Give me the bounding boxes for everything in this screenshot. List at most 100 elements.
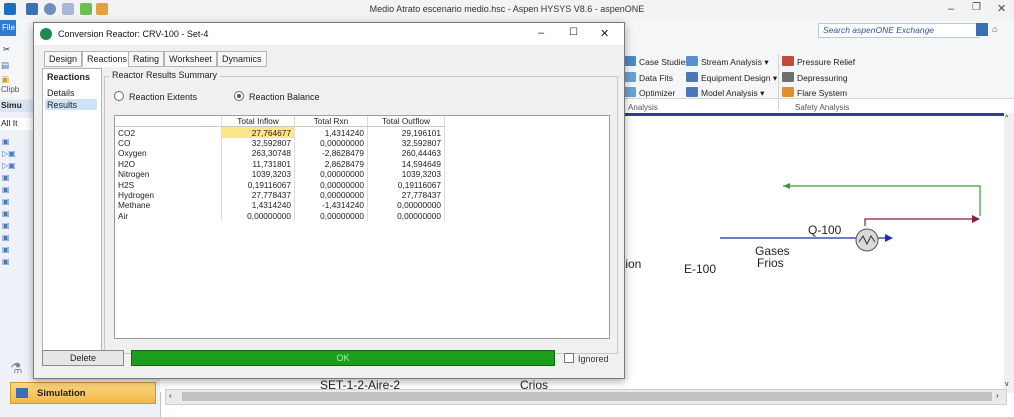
flare-system-button[interactable]: Flare System xyxy=(782,87,847,98)
component-name-cell: H2S xyxy=(115,179,222,190)
value-cell[interactable]: 263,30748 xyxy=(221,148,295,159)
model-analysis-button[interactable]: Model Analysis ▾ xyxy=(686,87,764,99)
scroll-left-icon[interactable]: ‹ xyxy=(169,391,172,400)
simulation-tab[interactable]: Simulation xyxy=(10,382,156,404)
table-body: CO2 27,764677 1,4314240 29,196101 CO 32,59280… xyxy=(115,126,445,221)
pressure-relief-button[interactable]: Pressure Relief xyxy=(782,56,855,67)
scroll-thumb[interactable] xyxy=(182,392,992,401)
value-cell[interactable]: 1,4314240 xyxy=(294,126,368,138)
cut-icon[interactable]: ✂ xyxy=(3,44,10,55)
dialog-close-icon[interactable]: ✕ xyxy=(600,27,609,40)
value-cell[interactable]: 1039,3203 xyxy=(367,168,445,180)
radio-reaction-extents[interactable]: Reaction Extents xyxy=(114,91,197,102)
component-name-cell: Nitrogen xyxy=(115,168,222,180)
data-fits-icon xyxy=(624,72,636,82)
energy-arrow xyxy=(972,215,980,223)
paste-icon[interactable]: ▣ xyxy=(1,74,9,85)
nav-item-details[interactable]: Details xyxy=(47,88,75,98)
radio-reaction-balance[interactable]: Reaction Balance xyxy=(234,91,320,102)
search-input[interactable]: Search aspenONE Exchange xyxy=(818,23,979,38)
ignored-checkbox[interactable]: Ignored xyxy=(564,353,609,364)
value-cell[interactable]: 0,00000000 xyxy=(294,168,368,180)
table-row: Air 0,00000000 0,00000000 0,00000000 xyxy=(115,210,445,221)
energy-stream-label: Q-100 xyxy=(808,223,842,237)
value-cell[interactable]: 1,4314240 xyxy=(221,200,295,211)
value-cell[interactable]: 260,44463 xyxy=(367,148,445,159)
table-row: Hydrogen 27,778437 0,00000000 27,778437 xyxy=(115,189,445,201)
restore-icon[interactable]: ❐ xyxy=(972,2,981,13)
column-header: Total Outflow xyxy=(367,116,445,128)
component-name-cell: Oxygen xyxy=(115,148,222,159)
radio-balance-icon[interactable] xyxy=(234,91,244,101)
optimizer-icon xyxy=(624,87,636,97)
value-cell[interactable]: 29,196101 xyxy=(367,126,445,138)
case-studies-button[interactable]: Case Studies xyxy=(624,56,690,67)
value-cell[interactable]: 27,778437 xyxy=(367,189,445,201)
value-cell[interactable]: 0,00000000 xyxy=(367,210,445,221)
radio-extents-icon[interactable] xyxy=(114,91,124,101)
delete-button[interactable]: Delete xyxy=(42,350,124,366)
data-fits-button[interactable]: Data Fits xyxy=(624,72,673,83)
table-row: H2O 11,731801 2,8628479 14,594649 xyxy=(115,158,445,169)
dialog-minimize-icon[interactable]: – xyxy=(538,27,544,39)
value-cell[interactable]: 0,00000000 xyxy=(221,210,295,221)
table-row: Oxygen 263,30748 -2,8628479 260,44463 xyxy=(115,148,445,159)
value-cell[interactable]: 14,594649 xyxy=(367,158,445,169)
value-cell[interactable]: 0,00000000 xyxy=(294,137,368,149)
help-icon[interactable]: ⌂ xyxy=(992,24,997,34)
heater-icon[interactable] xyxy=(855,228,879,252)
value-cell[interactable]: 0,19116067 xyxy=(367,179,445,190)
tab-rating[interactable]: Rating xyxy=(128,51,165,67)
component-name-cell: Air xyxy=(115,210,222,221)
tab-reactions[interactable]: Reactions xyxy=(82,51,133,67)
tab-design[interactable]: Design xyxy=(44,51,83,67)
scroll-up-icon[interactable]: ^ xyxy=(1005,115,1008,122)
column-header: Total Inflow xyxy=(221,116,295,128)
heater-label: E-100 xyxy=(684,262,717,276)
value-cell[interactable]: -1,4314240 xyxy=(294,200,368,211)
file-tab[interactable]: File xyxy=(0,20,16,36)
case-studies-icon xyxy=(624,56,636,66)
value-cell[interactable]: 0,19116067 xyxy=(221,179,295,190)
equipment-design-button[interactable]: Equipment Design ▾ xyxy=(686,72,777,84)
horizontal-scrollbar[interactable]: ‹ › xyxy=(165,389,1007,405)
value-cell[interactable]: 0,00000000 xyxy=(294,189,368,201)
value-cell[interactable]: 27,778437 xyxy=(221,189,295,201)
vertical-scrollbar[interactable]: ^ v xyxy=(1004,113,1014,393)
search-icon[interactable] xyxy=(976,23,988,36)
reactions-nav: Reactions Details Results xyxy=(42,68,102,353)
minimize-icon[interactable]: – xyxy=(948,3,954,15)
depressuring-icon xyxy=(782,72,794,82)
copy-icon[interactable]: ▤ xyxy=(1,60,9,71)
value-cell[interactable]: 0,00000000 xyxy=(294,179,368,190)
energy-stream[interactable] xyxy=(864,218,972,226)
value-cell[interactable]: -2,8628479 xyxy=(294,148,368,159)
tab-dynamics[interactable]: Dynamics xyxy=(217,51,267,67)
value-cell[interactable]: 32,592807 xyxy=(367,137,445,149)
green-stream[interactable] xyxy=(783,185,981,216)
status-bar: OK xyxy=(131,350,555,366)
app-title: Medio Atrato escenario medio.hsc - Aspen… xyxy=(369,4,645,14)
clipboard-group-label: Clipb xyxy=(1,85,20,94)
depressuring-button[interactable]: Depressuring xyxy=(782,72,848,83)
results-table-grid: Total Inflow Total Rxn Total Outflow CO2 27… xyxy=(115,116,445,221)
value-cell[interactable]: 2,8628479 xyxy=(294,158,368,169)
value-cell[interactable]: 1039,3203 xyxy=(221,168,295,180)
optimizer-button[interactable]: Optimizer xyxy=(624,87,675,98)
results-group-title: Reactor Results Summary xyxy=(109,70,221,80)
tree-items[interactable]: ▣ ▷▣ ▷▣ ▣ ▣ ▣ ▣ ▣ ▣ ▣ ▣ xyxy=(2,136,16,268)
ignored-checkbox-box[interactable] xyxy=(564,353,574,363)
tab-worksheet[interactable]: Worksheet xyxy=(164,51,217,67)
reactor-dialog: Conversion Reactor: CRV-100 - Set-4 – ☐ … xyxy=(33,22,625,379)
nav-item-results[interactable]: Results xyxy=(47,100,77,110)
scroll-right-icon[interactable]: › xyxy=(996,391,999,400)
value-cell[interactable]: 0,00000000 xyxy=(294,210,368,221)
value-cell[interactable]: 0,00000000 xyxy=(367,200,445,211)
scroll-down-icon[interactable]: v xyxy=(1005,381,1009,388)
dialog-maximize-icon[interactable]: ☐ xyxy=(569,27,578,38)
stream-analysis-button[interactable]: Stream Analysis ▾ xyxy=(686,56,769,68)
value-cell[interactable]: 11,731801 xyxy=(221,158,295,169)
value-cell[interactable]: 27,764677 xyxy=(221,126,295,138)
value-cell[interactable]: 32,592807 xyxy=(221,137,295,149)
close-icon[interactable]: ✕ xyxy=(997,2,1006,15)
